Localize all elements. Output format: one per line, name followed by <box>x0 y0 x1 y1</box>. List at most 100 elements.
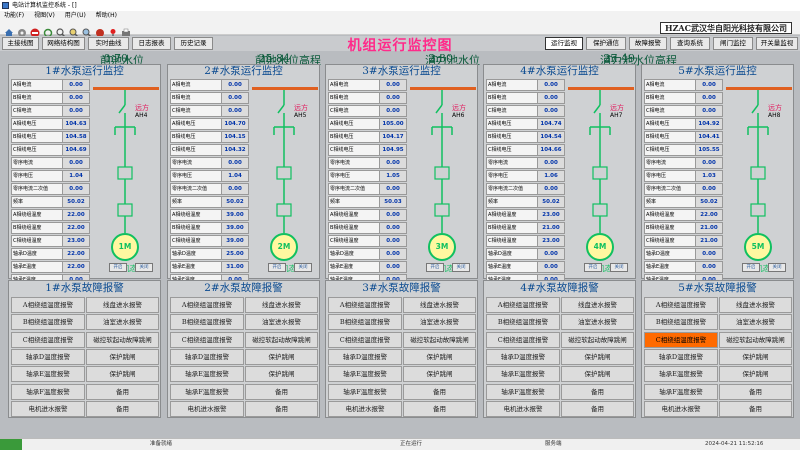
fault-cell: 油室进水报警 <box>403 314 476 331</box>
nav-gate-monitor[interactable]: 闸门监控 <box>713 37 753 50</box>
reading-row: A相线电压 104.63 <box>11 117 90 131</box>
fault-cell: 保护跳闸 <box>561 366 634 383</box>
stop-button[interactable]: 关闭 <box>135 263 153 272</box>
reading-value: 0.00 <box>380 247 407 260</box>
nav-history[interactable]: 历史记录 <box>174 37 213 50</box>
reading-value: 23.00 <box>63 234 90 247</box>
reading-row: C相电流 0.00 <box>170 104 249 118</box>
stop-button[interactable]: 关闭 <box>768 263 786 272</box>
bus-bar <box>726 87 792 90</box>
app-icon <box>2 2 9 9</box>
reading-value: 50.02 <box>538 195 565 209</box>
nav-main-wiring[interactable]: 主接线图 <box>2 37 39 50</box>
reading-label: A相线电压 <box>11 117 63 131</box>
reading-value: 105.55 <box>696 143 723 157</box>
menu-function[interactable]: 功能(F) <box>0 11 28 21</box>
start-button[interactable]: 开启 <box>426 263 444 272</box>
nav-switch-monitor[interactable]: 开关量监视 <box>756 37 798 50</box>
reading-label: B相绕组温度 <box>170 221 222 235</box>
reading-label: 轴承D温度 <box>11 247 63 260</box>
zoom-out-icon[interactable] <box>82 23 92 38</box>
reading-value: 22.00 <box>63 247 90 260</box>
record-icon[interactable] <box>95 23 105 37</box>
start-button[interactable]: 开启 <box>268 263 286 272</box>
reading-label: A相线电压 <box>328 117 380 131</box>
reading-value: 0.00 <box>222 104 249 118</box>
fault-cell: 备用 <box>403 383 476 400</box>
reading-row: C相线电压 104.66 <box>486 143 565 157</box>
reading-row: 零序电压 1.06 <box>486 169 565 183</box>
stop-button[interactable]: 关闭 <box>452 263 470 272</box>
reading-label: C相线电压 <box>11 143 63 157</box>
fault-cell: 轴承E温度报警 <box>486 366 560 383</box>
menu-user[interactable]: 用户(U) <box>61 11 90 21</box>
breaker-switch <box>751 104 759 114</box>
fault-cell: A相绕组温度报警 <box>170 297 244 313</box>
start-button[interactable]: 开启 <box>584 263 602 272</box>
reading-row: B相线电压 104.58 <box>11 130 90 144</box>
reading-label: 零序电压 <box>11 169 63 183</box>
reading-row: 零序电流 0.00 <box>328 156 407 170</box>
fault-panel-1: 1#水泵故障报警 A相绕组温度报警 线盘进水报警 B相绕组温度报警 油室进水报警 C相绕组… <box>8 280 161 418</box>
reading-row: A相绕组温度 0.00 <box>328 208 407 222</box>
reading-label: B相线电压 <box>486 130 538 144</box>
stop-button[interactable]: 关闭 <box>294 263 312 272</box>
fault-cell: 轴承E温度报警 <box>644 366 718 383</box>
reading-value: 1.04 <box>222 169 249 183</box>
fault-cell: 磁控软起动故障跳闸 <box>403 331 476 348</box>
stop-button[interactable]: 关闭 <box>610 263 628 272</box>
fault-cell: 轴承D温度报警 <box>328 348 402 365</box>
reading-label: 零序电流 <box>644 156 696 170</box>
motor-label: 5M <box>751 242 765 251</box>
reading-label: 轴承D温度 <box>328 247 380 260</box>
reading-label: C相电流 <box>644 104 696 118</box>
home-icon[interactable] <box>4 23 14 37</box>
reading-row: 轴承D温度 0.00 <box>486 247 565 260</box>
single-line-diagram: 远方AH41M停机态 <box>91 79 161 279</box>
nav-query[interactable]: 查询系统 <box>670 37 710 50</box>
reading-value: 0.00 <box>380 208 407 222</box>
reading-label: 零序电流二次值 <box>644 182 696 196</box>
pin-icon[interactable] <box>108 23 118 38</box>
print-icon[interactable] <box>121 23 131 36</box>
fault-cell: 轴承D温度报警 <box>486 348 560 365</box>
search-icon[interactable] <box>56 23 66 38</box>
stop-icon[interactable] <box>30 23 40 37</box>
reading-value: 22.00 <box>63 221 90 235</box>
contactor <box>592 203 608 217</box>
fault-title: 1#水泵故障报警 <box>45 282 124 294</box>
reading-row: 零序电压 1.04 <box>11 169 90 183</box>
fault-cell: 电机进水报警 <box>328 400 402 417</box>
nav-protection-comm[interactable]: 保护通信 <box>586 37 626 50</box>
nav-network[interactable]: 网络结构图 <box>42 37 85 50</box>
nav-log-report[interactable]: 日志报表 <box>132 37 171 50</box>
nav-realtime-curve[interactable]: 实时曲线 <box>88 37 129 50</box>
nav-fault-alarm[interactable]: 故障报警 <box>629 37 667 50</box>
reading-label: 频率 <box>644 195 696 209</box>
pump-readings: A相电流 0.00 B相电流 0.00 C相电流 0.00 A相线电压 104.70 B相线电压… <box>170 79 249 287</box>
reading-label: C相线电压 <box>644 143 696 157</box>
nav-run-monitor[interactable]: 运行监视 <box>545 37 583 50</box>
fault-cell: 保护跳闸 <box>86 366 159 383</box>
reading-value: 0.00 <box>380 260 407 273</box>
reading-value: 0.00 <box>380 91 407 105</box>
single-line-diagram: 远方AH74M停机态 <box>566 79 636 279</box>
fault-cell: B相绕组温度报警 <box>486 314 560 331</box>
refresh-icon[interactable] <box>43 23 53 37</box>
menu-help[interactable]: 帮助(H) <box>92 11 121 21</box>
reading-row: C相电流 0.00 <box>11 104 90 118</box>
reading-value: 50.02 <box>222 195 249 209</box>
start-button[interactable]: 开启 <box>109 263 127 272</box>
start-button[interactable]: 开启 <box>742 263 760 272</box>
fault-cell: 磁控软起动故障跳闸 <box>561 331 634 348</box>
reading-row: B相电流 0.00 <box>486 91 565 105</box>
reading-value: 50.03 <box>380 195 407 209</box>
zoom-in-icon[interactable] <box>69 23 79 38</box>
menu-view[interactable]: 视图(V) <box>30 11 59 21</box>
reading-row: 轴承D温度 0.00 <box>328 247 407 260</box>
reading-value: 0.00 <box>63 104 90 118</box>
reading-row: A相电流 0.00 <box>11 79 90 92</box>
reading-label: C相绕组温度 <box>486 234 538 247</box>
gear-icon[interactable] <box>17 23 27 37</box>
reading-label: 零序电流 <box>170 156 222 170</box>
